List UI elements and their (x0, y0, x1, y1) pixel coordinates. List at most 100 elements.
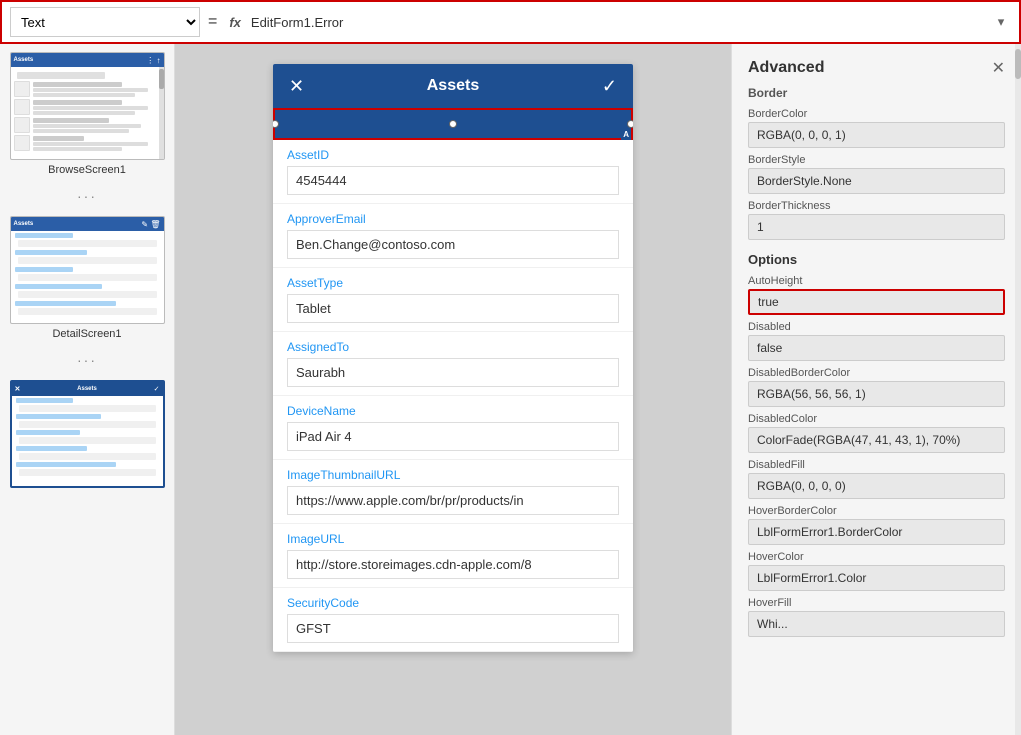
dots-label-2: ··· (77, 352, 97, 368)
form-field-securitycode: SecurityCode (273, 588, 633, 652)
browse-row-3 (14, 117, 161, 133)
form-field-label-imageurl: ImageURL (287, 532, 619, 546)
advanced-header: Advanced ✕ (732, 44, 1021, 86)
dots-separator-1: ··· (0, 184, 174, 208)
form-panel: ✕ Assets ✓ A Asset (273, 64, 633, 652)
prop-value-hoverfill[interactable]: Whi... (748, 611, 1005, 637)
border-section-title: Border (748, 86, 1005, 102)
prop-label-hoverbordercolor: HoverBorderColor (748, 505, 1005, 517)
edit-screen-thumbnail: ✕ Assets ✓ (10, 380, 165, 488)
form-field-assettype: AssetType (273, 268, 633, 332)
formula-input[interactable] (251, 7, 985, 37)
browse-row-1-sub (33, 88, 148, 92)
form-field-label-imagethumbnailurl: ImageThumbnailURL (287, 468, 619, 482)
detail-screen-item[interactable]: Assets ✎ 🗑 DetailScreen1 (0, 208, 174, 348)
prop-value-disabledbordercolor[interactable]: RGBA(56, 56, 56, 1) (748, 381, 1005, 407)
detail-row-label-2 (15, 250, 88, 255)
form-field-label-assignedto: AssignedTo (287, 340, 619, 354)
prop-label-disabled: Disabled (748, 321, 1005, 333)
prop-value-disabled[interactable]: false (748, 335, 1005, 361)
prop-hovercolor: HoverColor LblFormError1.Color (748, 551, 1005, 591)
browse-thumb-header: Assets ⋮ ↑ (11, 53, 164, 67)
prop-hoverfill: HoverFill Whi... (748, 597, 1005, 637)
prop-label-hoverfill: HoverFill (748, 597, 1005, 609)
prop-label-borderstyle: BorderStyle (748, 154, 1005, 166)
form-field-imageurl: ImageURL (273, 524, 633, 588)
browse-scrollbar (159, 67, 164, 159)
form-field-input-assettype[interactable] (287, 294, 619, 323)
detail-thumb-title: Assets (14, 221, 34, 227)
dots-separator-2: ··· (0, 348, 174, 372)
equals-sign: = (206, 13, 219, 31)
form-field-input-assignedto[interactable] (287, 358, 619, 387)
detail-thumb-icons: ✎ 🗑 (141, 220, 160, 229)
edit-thumb-check: ✓ (154, 385, 160, 393)
edit-row-label-5 (16, 462, 116, 467)
detail-screen-label: DetailScreen1 (52, 328, 121, 340)
browse-row-1 (14, 81, 161, 97)
handle-left[interactable] (273, 120, 279, 128)
form-title: Assets (427, 77, 479, 95)
canvas-area: ✕ Assets ✓ A Asset (175, 44, 731, 735)
form-field-input-approveremail[interactable] (287, 230, 619, 259)
prop-value-hoverbordercolor[interactable]: LblFormError1.BorderColor (748, 519, 1005, 545)
detail-row-label-4 (15, 284, 102, 289)
form-field-input-devicename[interactable] (287, 422, 619, 451)
prop-value-disabledcolor[interactable]: ColorFade(RGBA(47, 41, 43, 1), 70%) (748, 427, 1005, 453)
form-close-button[interactable]: ✕ (289, 76, 304, 97)
edit-thumb-header: ✕ Assets ✓ (12, 382, 163, 396)
detail-row-label-1 (15, 233, 73, 238)
form-field-input-securitycode[interactable] (287, 614, 619, 643)
edit-row-label-2 (16, 414, 102, 419)
prop-disabledfill: DisabledFill RGBA(0, 0, 0, 0) (748, 459, 1005, 499)
form-field-input-imageurl[interactable] (287, 550, 619, 579)
prop-hoverbordercolor: HoverBorderColor LblFormError1.BorderCol… (748, 505, 1005, 545)
options-section: Options AutoHeight true Disabled false D… (748, 252, 1005, 637)
form-field-label-devicename: DeviceName (287, 404, 619, 418)
formula-dropdown-arrow[interactable]: ▾ (991, 7, 1011, 37)
edit-row-label-4 (16, 446, 88, 451)
property-select[interactable]: Text Fill Color BorderColor Visible (10, 7, 200, 37)
handle-center[interactable] (449, 120, 457, 128)
detail-row-label-3 (15, 267, 73, 272)
browse-row-search (17, 72, 105, 79)
prop-value-borderthickness[interactable]: 1 (748, 214, 1005, 240)
browse-row-1-title (33, 82, 123, 87)
browse-row-4 (14, 135, 161, 151)
edit-thumb-content (12, 396, 163, 480)
prop-label-disabledfill: DisabledFill (748, 459, 1005, 471)
border-section: Border BorderColor RGBA(0, 0, 0, 1) Bord… (748, 86, 1005, 240)
browse-row-1-sub2 (33, 93, 135, 97)
prop-value-borderstyle[interactable]: BorderStyle.None (748, 168, 1005, 194)
form-field-label-securitycode: SecurityCode (287, 596, 619, 610)
prop-value-disabledfill[interactable]: RGBA(0, 0, 0, 0) (748, 473, 1005, 499)
selection-handles: A (275, 110, 631, 138)
form-field-input-imagethumbnailurl[interactable] (287, 486, 619, 515)
form-check-button[interactable]: ✓ (602, 76, 617, 97)
browse-screen-item[interactable]: Assets ⋮ ↑ (0, 44, 174, 184)
form-header: ✕ Assets ✓ (273, 64, 633, 108)
dots-label-1: ··· (77, 188, 97, 204)
handle-right[interactable] (627, 120, 633, 128)
advanced-panel: Advanced ✕ Border BorderColor RGBA(0, 0,… (731, 44, 1021, 735)
advanced-close-button[interactable]: ✕ (992, 58, 1005, 78)
prop-disabledcolor: DisabledColor ColorFade(RGBA(47, 41, 43,… (748, 413, 1005, 453)
edit-row-label-1 (16, 398, 73, 403)
detail-screen-thumbnail: Assets ✎ 🗑 (10, 216, 165, 324)
selected-text-element[interactable]: A (273, 108, 633, 140)
screens-panel: Assets ⋮ ↑ (0, 44, 175, 735)
browse-screen-label: BrowseScreen1 (48, 164, 126, 176)
prop-value-hovercolor[interactable]: LblFormError1.Color (748, 565, 1005, 591)
formula-bar: Text Fill Color BorderColor Visible = fx… (0, 0, 1021, 44)
prop-borderstyle: BorderStyle BorderStyle.None (748, 154, 1005, 194)
prop-disabledbordercolor: DisabledBorderColor RGBA(56, 56, 56, 1) (748, 367, 1005, 407)
detail-row-label-5 (15, 301, 117, 306)
form-field-input-assetid[interactable] (287, 166, 619, 195)
handle-label: A (621, 129, 631, 140)
prop-value-autoheight[interactable]: true (748, 289, 1005, 315)
form-field-label-assetid: AssetID (287, 148, 619, 162)
form-field-imagethumbnailurl: ImageThumbnailURL (273, 460, 633, 524)
advanced-title: Advanced (748, 59, 824, 77)
edit-screen-item[interactable]: ✕ Assets ✓ (0, 372, 174, 496)
prop-value-bordercolor[interactable]: RGBA(0, 0, 0, 1) (748, 122, 1005, 148)
